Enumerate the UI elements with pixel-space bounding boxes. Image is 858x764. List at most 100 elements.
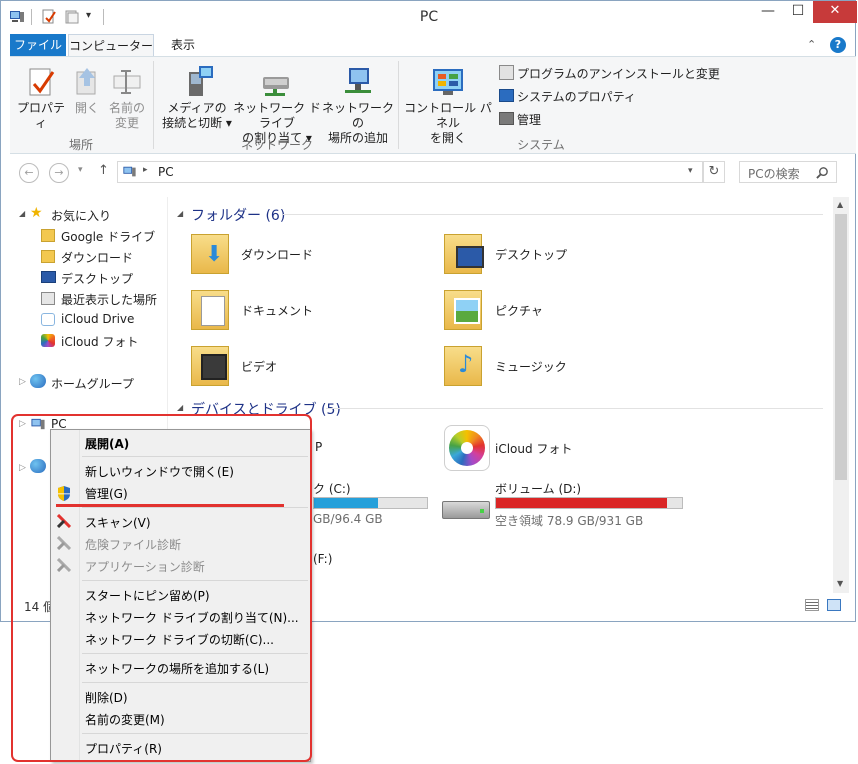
drive-c-space-fill [314, 498, 379, 508]
nav-item-downloads[interactable]: ダウンロード [61, 249, 133, 266]
map-network-drive-icon [263, 77, 289, 96]
nav-homegroup[interactable]: ホームグループ [51, 375, 134, 392]
help-icon[interactable]: ? [830, 37, 846, 53]
details-view-icon[interactable] [805, 599, 819, 611]
group-label-system: システム [517, 138, 565, 152]
breadcrumb-chevron-icon[interactable]: ▸ [143, 165, 148, 175]
icloud-photos-icon [41, 334, 55, 347]
search-input[interactable]: PCの検索 [739, 161, 837, 183]
media-connect-button[interactable]: メディアの 接続と切断 ▾ [157, 101, 237, 131]
folder-item-documents[interactable]: ドキュメント [241, 302, 313, 319]
star-icon: ★ [30, 205, 43, 221]
media-connect-icon [189, 66, 213, 96]
rename-label-2: 変更 [114, 116, 139, 130]
address-dropdown-icon[interactable]: ▾ [688, 166, 693, 176]
manage-icon [499, 112, 514, 125]
tab-computer[interactable]: コンピューター [68, 34, 154, 56]
uninstall-program-button[interactable]: プログラムのアンインストールと変更 [499, 65, 720, 83]
maximize-button[interactable]: ☐ [783, 1, 813, 23]
drive-f-label[interactable]: (F:) [313, 552, 332, 566]
device-item-partial[interactable]: P [315, 440, 322, 454]
folder-item-desktop[interactable]: デスクトップ [495, 246, 567, 263]
hard-drive-icon [442, 497, 490, 519]
window-title: PC [419, 9, 439, 25]
drive-c-label[interactable]: ク (C:) [313, 480, 351, 497]
desktop-icon [41, 271, 56, 283]
homegroup-icon [30, 374, 46, 388]
nav-item-icloud-drive[interactable]: iCloud Drive [61, 312, 134, 326]
rename-icon [113, 70, 141, 94]
open-label: 開く [74, 101, 99, 115]
music-folder-icon: ♪ [444, 342, 482, 386]
folders-section-header[interactable]: フォルダー (6) [191, 205, 285, 225]
device-item-icloud-photos[interactable]: iCloud フォト [495, 440, 572, 457]
drive-d-label[interactable]: ボリューム (D:) [495, 480, 581, 497]
uninstall-program-label: プログラムのアンインストールと変更 [517, 67, 720, 81]
ribbon-group-divider [398, 61, 399, 149]
rename-button[interactable]: 名前の 変更 [105, 101, 149, 131]
folder-item-music[interactable]: ミュージック [495, 358, 567, 375]
system-properties-icon [499, 89, 514, 102]
tab-file[interactable]: ファイル [10, 34, 66, 56]
scrollbar-thumb[interactable] [835, 214, 847, 480]
expand-arrow-icon[interactable]: ◢ [19, 209, 25, 218]
scroll-down-icon[interactable]: ▼ [837, 579, 843, 588]
open-button[interactable]: 開く [67, 101, 107, 116]
control-panel-label-1: コントロール パネル [404, 101, 492, 130]
add-network-location-icon [345, 68, 371, 93]
recent-places-icon [41, 292, 55, 305]
tab-view[interactable]: 表示 [159, 34, 207, 56]
properties-label: プロパティ [16, 101, 65, 130]
close-button[interactable]: ✕ [813, 1, 857, 23]
section-collapse-icon[interactable]: ◢ [177, 209, 183, 218]
large-icons-view-icon[interactable] [827, 599, 841, 611]
up-arrow-icon[interactable]: ↑ [98, 163, 109, 178]
system-properties-label: システムのプロパティ [517, 90, 636, 104]
breadcrumb-pc[interactable]: PC [158, 165, 174, 179]
icloud-photos-icon [444, 425, 490, 471]
programs-icon [499, 65, 514, 80]
folder-item-pictures[interactable]: ピクチャ [495, 302, 543, 319]
pictures-folder-icon [444, 286, 482, 330]
folder-icon [41, 229, 55, 242]
refresh-button[interactable]: ↻ [703, 161, 725, 183]
folder-item-downloads[interactable]: ダウンロード [241, 246, 313, 263]
nav-item-desktop[interactable]: デスクトップ [61, 270, 133, 287]
minimize-button[interactable]: — [753, 1, 783, 23]
control-panel-icon [433, 69, 463, 95]
recent-locations-icon[interactable]: ▾ [78, 165, 83, 175]
properties-button[interactable]: プロパティ [13, 101, 69, 131]
title-bar: ▾ PC — ☐ ✕ [1, 1, 857, 33]
search-placeholder: PCの検索 [748, 167, 800, 181]
downloads-folder-icon [41, 250, 55, 263]
ribbon-collapse-icon[interactable]: ⌃ [807, 38, 816, 51]
nav-favorites[interactable]: お気に入り [51, 207, 111, 224]
collapse-arrow-icon[interactable]: ▷ [19, 377, 26, 387]
rename-label-1: 名前の [108, 101, 145, 115]
manage-label: 管理 [517, 113, 542, 127]
folder-item-videos[interactable]: ビデオ [241, 358, 277, 375]
ribbon-group-divider [153, 61, 154, 149]
forward-button[interactable]: → [49, 163, 69, 183]
nav-item-recent-places[interactable]: 最近表示した場所 [61, 291, 157, 308]
drive-d-space-bar [495, 497, 683, 509]
nav-item-icloud-photos[interactable]: iCloud フォト [61, 333, 138, 350]
group-label-location: 場所 [68, 138, 93, 152]
icloud-drive-icon [41, 313, 55, 326]
address-bar[interactable]: ▸ PC ▾ [117, 161, 703, 183]
annotation-underline [56, 504, 284, 507]
manage-button[interactable]: 管理 [499, 111, 541, 129]
map-network-drive-label-1: ネットワーク ドライブ [233, 101, 321, 130]
section-collapse-icon[interactable]: ◢ [177, 403, 183, 412]
group-label-network: ネットワーク [240, 138, 313, 152]
videos-folder-icon [191, 342, 229, 386]
media-connect-label-1: メディアの [167, 101, 227, 115]
search-icon[interactable] [816, 166, 829, 179]
drive-c-space-bar [313, 497, 428, 509]
scroll-up-icon[interactable]: ▲ [837, 200, 843, 209]
desktop-folder-icon [444, 230, 484, 274]
back-button[interactable]: ← [19, 163, 39, 183]
system-properties-button[interactable]: システムのプロパティ [499, 88, 636, 106]
section-divider [326, 408, 823, 409]
nav-item-google-drive[interactable]: Google ドライブ [61, 228, 155, 245]
